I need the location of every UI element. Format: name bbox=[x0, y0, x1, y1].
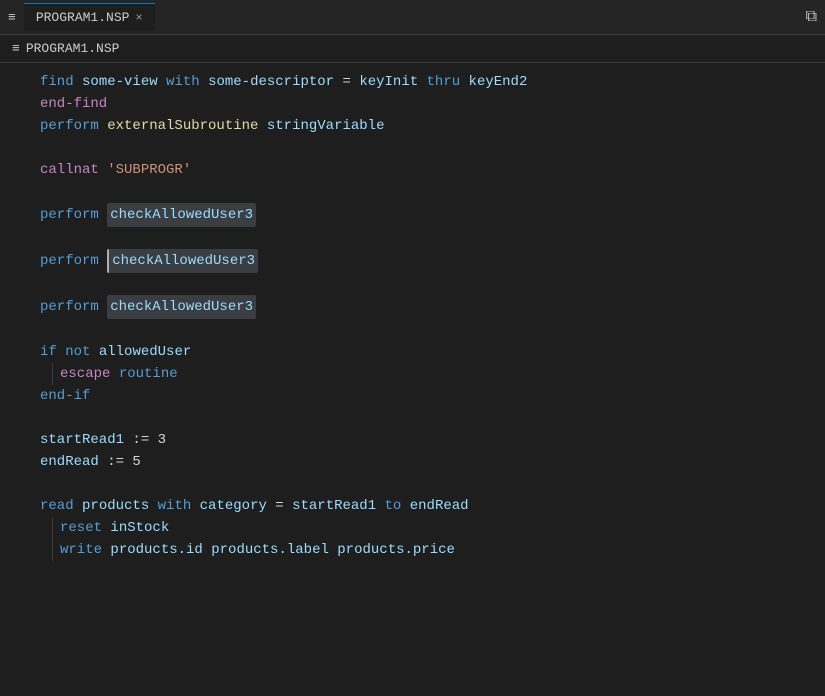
token-find: find bbox=[40, 71, 74, 93]
token-not: not bbox=[65, 341, 90, 363]
token-checkAllowedUser3-3: checkAllowedUser3 bbox=[107, 295, 256, 319]
code-line-22: write products.id products.label product… bbox=[0, 539, 825, 561]
code-line-5: callnat 'SUBPROGR' bbox=[0, 159, 825, 181]
token-thru: thru bbox=[427, 71, 461, 93]
code-line-15: end-if bbox=[0, 385, 825, 407]
indent-guide-3 bbox=[52, 539, 53, 561]
code-line-6 bbox=[0, 181, 825, 203]
code-line-20: read products with category = startRead1… bbox=[0, 495, 825, 517]
token-products: products bbox=[82, 495, 149, 517]
token-perform-4: perform bbox=[40, 296, 99, 318]
token-allowedUser: allowedUser bbox=[99, 341, 191, 363]
token-category: category bbox=[200, 495, 267, 517]
code-line-17: startRead1 := 3 bbox=[0, 429, 825, 451]
token-5: 5 bbox=[132, 451, 140, 473]
title-bar-left: ≡ PROGRAM1.NSP × bbox=[8, 3, 155, 31]
token-with: with bbox=[166, 71, 200, 93]
token-perform-3: perform bbox=[40, 250, 99, 272]
menu-icon[interactable]: ≡ bbox=[8, 10, 16, 25]
token-3: 3 bbox=[158, 429, 166, 451]
token-perform-2: perform bbox=[40, 204, 99, 226]
code-line-3: perform externalSubroutine stringVariabl… bbox=[0, 115, 825, 137]
token-escape: escape bbox=[60, 363, 110, 385]
code-line-11: perform checkAllowedUser3 bbox=[0, 295, 825, 319]
token-write: write bbox=[60, 539, 102, 561]
code-line-21: reset inStock bbox=[0, 517, 825, 539]
tab-label: PROGRAM1.NSP bbox=[36, 10, 130, 25]
token-with-2: with bbox=[158, 495, 192, 517]
token-some-descriptor: some-descriptor bbox=[208, 71, 334, 93]
editor-area: find some-view with some-descriptor = ke… bbox=[0, 63, 825, 569]
token-checkAllowedUser3-1: checkAllowedUser3 bbox=[107, 203, 256, 227]
token-products-id: products.id bbox=[110, 539, 202, 561]
token-some-view: some-view bbox=[82, 71, 158, 93]
token-keyInit: keyInit bbox=[359, 71, 418, 93]
token-endRead: endRead bbox=[40, 451, 99, 473]
split-editor-icon[interactable]: ⧉ bbox=[806, 8, 817, 26]
token-to: to bbox=[385, 495, 402, 517]
indent-guide-2 bbox=[52, 517, 53, 539]
token-externalSubroutine: externalSubroutine bbox=[107, 115, 258, 137]
token-routine: routine bbox=[119, 363, 178, 385]
token-read: read bbox=[40, 495, 74, 517]
token-endRead-val: endRead bbox=[410, 495, 469, 517]
token-callnat: callnat bbox=[40, 159, 99, 181]
token-end-find: end-find bbox=[40, 93, 107, 115]
code-line-8 bbox=[0, 227, 825, 249]
indent-guide-1 bbox=[52, 363, 53, 385]
code-line-16 bbox=[0, 407, 825, 429]
code-line-1: find some-view with some-descriptor = ke… bbox=[0, 71, 825, 93]
code-line-10 bbox=[0, 273, 825, 295]
code-line-19 bbox=[0, 473, 825, 495]
token-keyEnd2: keyEnd2 bbox=[469, 71, 528, 93]
tab-close-button[interactable]: × bbox=[135, 11, 142, 25]
token-inStock: inStock bbox=[110, 517, 169, 539]
title-bar: ≡ PROGRAM1.NSP × ⧉ bbox=[0, 0, 825, 35]
code-line-12 bbox=[0, 319, 825, 341]
token-end-if: end-if bbox=[40, 385, 90, 407]
code-line-4 bbox=[0, 137, 825, 159]
token-subprogr: 'SUBPROGR' bbox=[107, 159, 191, 181]
breadcrumb-bar: ≡ PROGRAM1.NSP bbox=[0, 35, 825, 63]
breadcrumb-path: PROGRAM1.NSP bbox=[26, 41, 120, 56]
code-line-14: escape routine bbox=[0, 363, 825, 385]
token-if: if bbox=[40, 341, 57, 363]
breadcrumb-menu-icon[interactable]: ≡ bbox=[12, 41, 20, 56]
code-line-7: perform checkAllowedUser3 bbox=[0, 203, 825, 227]
token-products-price: products.price bbox=[337, 539, 455, 561]
code-line-9: perform checkAllowedUser3 bbox=[0, 249, 825, 273]
token-checkAllowedUser3-2: checkAllowedUser3 bbox=[107, 249, 258, 273]
token-startRead1-val: startRead1 bbox=[292, 495, 376, 517]
code-line-18: endRead := 5 bbox=[0, 451, 825, 473]
token-reset: reset bbox=[60, 517, 102, 539]
token-products-label: products.label bbox=[211, 539, 329, 561]
token-stringVariable: stringVariable bbox=[267, 115, 385, 137]
token-startRead1: startRead1 bbox=[40, 429, 124, 451]
editor-tab[interactable]: PROGRAM1.NSP × bbox=[24, 3, 155, 31]
code-line-2: end-find bbox=[0, 93, 825, 115]
code-line-13: if not allowedUser I bbox=[0, 341, 825, 363]
token-perform-1: perform bbox=[40, 115, 99, 137]
